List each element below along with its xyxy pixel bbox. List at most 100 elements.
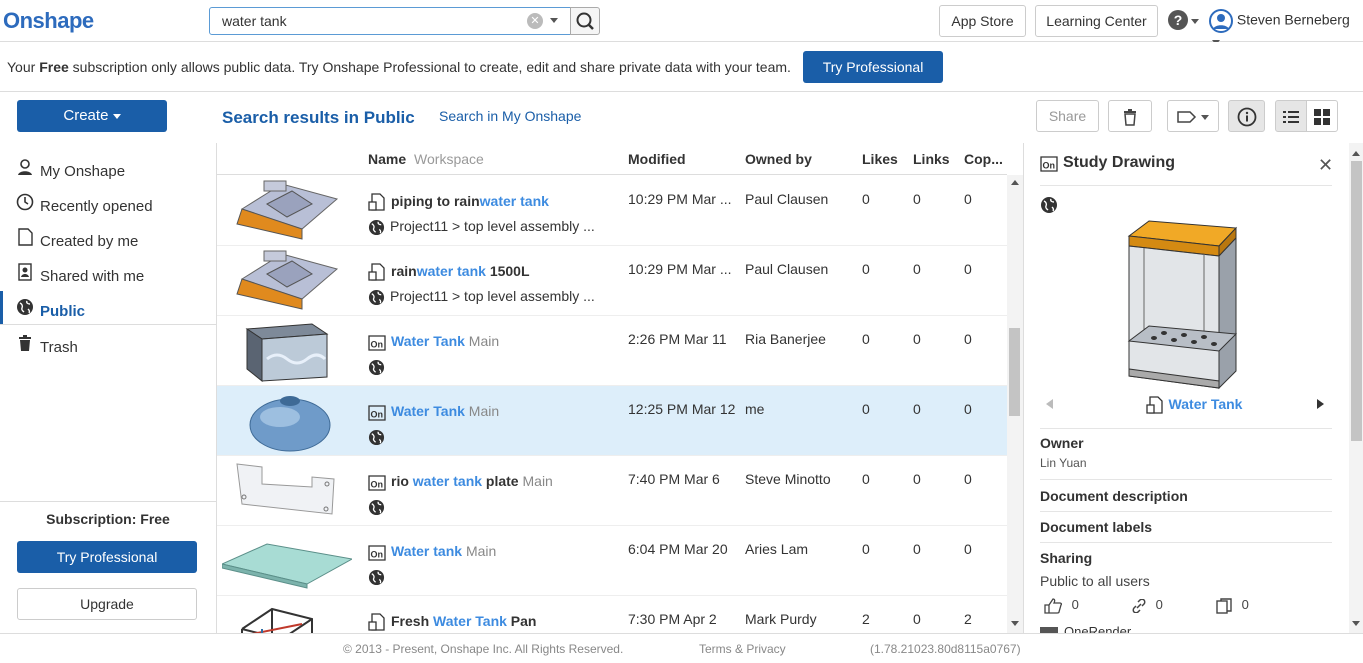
upgrade-button[interactable]: Upgrade [17, 588, 197, 620]
document-icon [16, 228, 34, 253]
document-name[interactable]: On Water Tank Main [368, 333, 499, 351]
search-button[interactable] [570, 7, 600, 35]
links-cell: 0 [913, 541, 921, 557]
app-store-button[interactable]: App Store [939, 5, 1026, 37]
svg-text:On: On [371, 340, 384, 350]
document-name[interactable]: Fresh Water Tank Pan [368, 613, 537, 631]
sidebar-item-trash[interactable]: Trash [16, 334, 78, 356]
table-row-selected[interactable]: On Water Tank Main 12:25 PM Mar 12 me 0 0… [217, 386, 1007, 456]
divider [0, 501, 216, 502]
name-highlight: Water Tank [433, 613, 507, 629]
sidebar-item-public[interactable]: Public [16, 298, 85, 320]
labels-button[interactable] [1167, 100, 1219, 132]
create-label: Create [63, 107, 109, 124]
modified-cell: 10:29 PM Mar ... [628, 261, 732, 277]
table-row[interactable]: Fresh Water Tank Pan 7:30 PM Apr 2 Mark … [217, 596, 1007, 633]
sidebar-item-shared-with-me[interactable]: Shared with me [16, 263, 144, 285]
sidebar-item-recently-opened[interactable]: Recently opened [16, 193, 153, 215]
sharing-label: Sharing [1040, 550, 1093, 566]
document-description-label[interactable]: Document description [1040, 488, 1188, 504]
table-row[interactable]: On rio water tank plate Main 7:40 PM Mar … [217, 456, 1007, 526]
share-button[interactable]: Share [1036, 100, 1099, 132]
likes-count: 0 [1071, 597, 1079, 612]
onshape-logo[interactable]: Onshape [3, 8, 94, 34]
name-text: Fresh [391, 613, 434, 629]
table-row[interactable]: piping to rainwater tank Project11 > top… [217, 176, 1007, 246]
copies-cell: 2 [964, 611, 972, 627]
try-professional-button[interactable]: Try Professional [17, 541, 197, 573]
workspace-name: Main [464, 403, 500, 419]
details-title-text: Study Drawing [1063, 154, 1176, 172]
name-highlight: Water tank [391, 543, 463, 559]
column-header-modified[interactable]: Modified [628, 151, 686, 167]
document-path [368, 358, 385, 376]
owner-cell: Ria Banerjee [745, 331, 826, 347]
results-scrollbar[interactable] [1007, 175, 1023, 633]
likes-cell: 2 [862, 611, 870, 627]
create-button[interactable]: Create [17, 100, 167, 132]
copy-icon [1216, 597, 1232, 614]
search-input[interactable] [209, 7, 571, 35]
preview-document-link[interactable]: Water Tank [1024, 396, 1363, 414]
scroll-thumb[interactable] [1351, 161, 1362, 441]
help-icon[interactable]: ? [1168, 10, 1188, 30]
table-row[interactable]: On Water tank Main 6:04 PM Mar 20 Aries L… [217, 526, 1007, 596]
likes-cell: 0 [862, 401, 870, 417]
learning-center-button[interactable]: Learning Center [1035, 5, 1158, 37]
table-row[interactable]: rainwater tank 1500L Project11 > top lev… [217, 246, 1007, 316]
scroll-up-arrow-icon[interactable] [1011, 180, 1019, 185]
divider [1040, 479, 1332, 480]
document-preview [1127, 220, 1238, 390]
name-highlight: water tank [479, 193, 549, 209]
next-arrow-icon[interactable] [1317, 399, 1324, 409]
version-text: (1.78.21023.80d8115a0767) [870, 642, 1021, 656]
copyright-text: © 2013 - Present, Onshape Inc. All Right… [343, 642, 624, 656]
list-view-button[interactable] [1275, 100, 1307, 132]
thumbs-up-icon [1044, 597, 1063, 614]
search-in-my-onshape-link[interactable]: Search in My Onshape [439, 108, 581, 124]
sidebar-item-my-onshape[interactable]: My Onshape [16, 158, 125, 180]
document-name[interactable]: On rio water tank plate Main [368, 473, 553, 491]
copies-stat: 0 [1216, 597, 1249, 614]
scroll-down-arrow-icon[interactable] [1011, 621, 1019, 626]
document-labels-label[interactable]: Document labels [1040, 519, 1152, 535]
search-options-chevron-icon[interactable] [550, 18, 558, 23]
column-header-likes[interactable]: Likes [862, 151, 898, 167]
details-scrollbar[interactable] [1349, 143, 1363, 633]
document-name[interactable]: On Water Tank Main [368, 403, 499, 421]
document-thumbnail [245, 323, 329, 383]
scroll-down-arrow-icon[interactable] [1352, 621, 1360, 626]
column-header-copies[interactable]: Cop... [964, 151, 1003, 167]
onshape-doc-icon: On [368, 405, 386, 421]
table-row[interactable]: On Water Tank Main 2:26 PM Mar 11 Ria Ban… [217, 316, 1007, 386]
info-icon [1237, 107, 1256, 127]
workspace-header-label: Workspace [414, 151, 484, 167]
scroll-up-arrow-icon[interactable] [1352, 151, 1360, 156]
shared-icon [16, 263, 34, 288]
table-header: Name Workspace Modified Owned by Likes L… [217, 143, 1007, 175]
svg-text:On: On [371, 550, 384, 560]
user-name: Steven Berneberg [1236, 11, 1350, 28]
sidebar-item-label: Created by me [40, 233, 139, 250]
delete-button[interactable] [1108, 100, 1152, 132]
grid-view-button[interactable] [1306, 100, 1338, 132]
try-professional-banner-button[interactable]: Try Professional [803, 51, 943, 83]
document-name[interactable]: On Water tank Main [368, 543, 496, 561]
onshape-doc-icon: On [368, 335, 386, 351]
document-name[interactable]: piping to rainwater tank [368, 193, 549, 211]
close-icon[interactable]: ✕ [1318, 155, 1333, 176]
document-name[interactable]: rainwater tank 1500L [368, 263, 530, 281]
sidebar-item-created-by-me[interactable]: Created by me [16, 228, 138, 250]
column-header-owned-by[interactable]: Owned by [745, 151, 812, 167]
help-chevron-down-icon[interactable] [1191, 19, 1199, 24]
clear-search-icon[interactable]: ✕ [527, 13, 543, 29]
scroll-thumb[interactable] [1009, 328, 1020, 416]
document-thumbnail [236, 463, 335, 515]
info-toggle-button[interactable] [1228, 100, 1265, 132]
column-header-name[interactable]: Name Workspace [368, 151, 484, 167]
owner-cell: Steve Minotto [745, 471, 831, 487]
name-highlight: Water Tank [391, 403, 465, 419]
terms-privacy-link[interactable]: Terms & Privacy [699, 642, 786, 656]
column-header-links[interactable]: Links [913, 151, 950, 167]
app-item-partial: OneRender [1040, 623, 1131, 633]
